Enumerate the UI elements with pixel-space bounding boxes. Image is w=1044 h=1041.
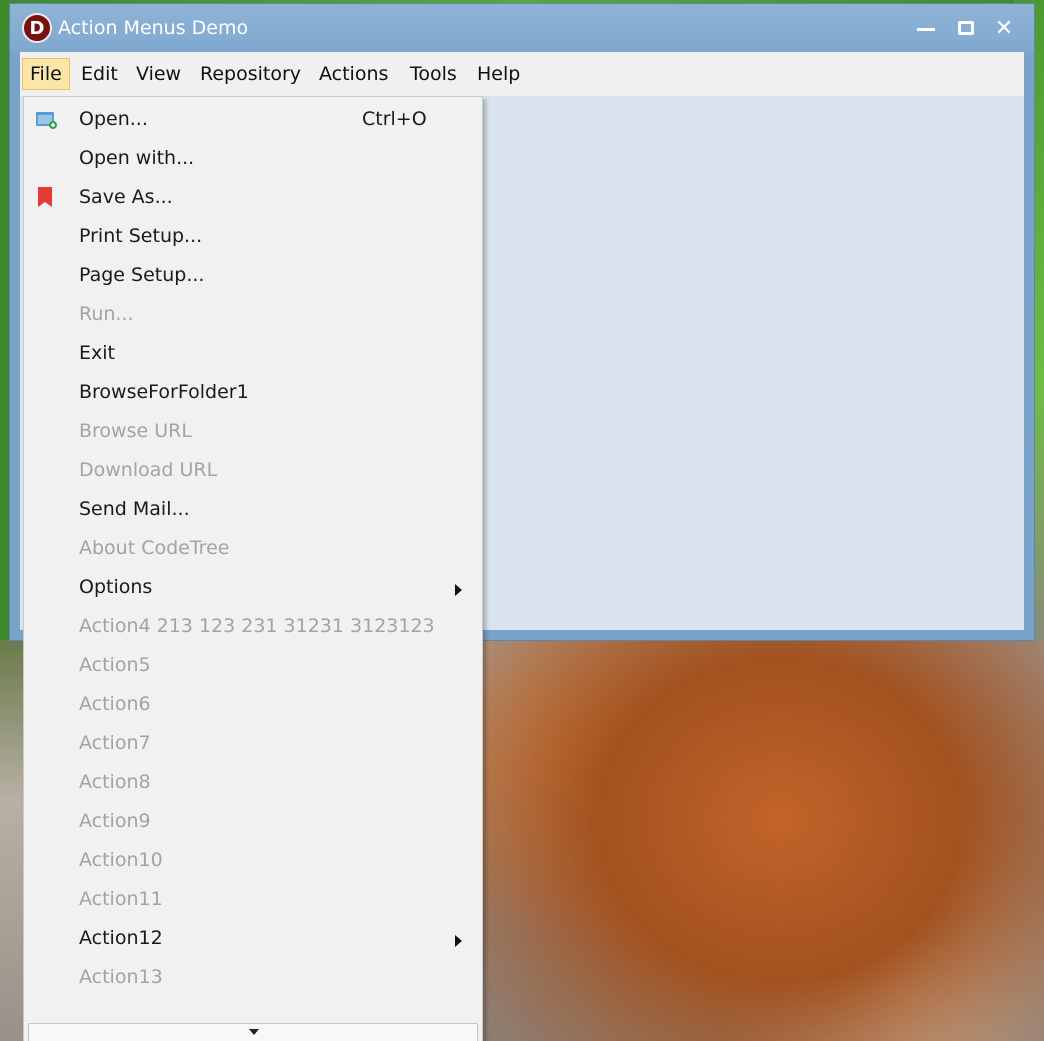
menu-item-label: Action5 [79,654,151,676]
app-logo-icon[interactable]: D [22,13,52,43]
menu-item-options[interactable]: Options [24,569,482,608]
menu-tools[interactable]: Tools [403,58,464,90]
menu-item-browse-for-folder[interactable]: BrowseForFolder1 [24,374,482,413]
menu-item-label: Action7 [79,732,151,754]
menu-item-label: Action12 [79,927,163,949]
menu-item-label: Action6 [79,693,151,715]
menu-item-about-codetree: About CodeTree [24,530,482,569]
menu-item-shortcut: Ctrl+O [362,108,427,130]
menu-actions[interactable]: Actions [312,58,395,90]
menu-item-label: Action13 [79,966,163,988]
menu-item-action8: Action8 [24,764,482,803]
menu-item-label: Download URL [79,459,218,481]
menu-edit[interactable]: Edit [74,58,125,90]
menu-item-label: Action9 [79,810,151,832]
bookmark-save-icon [38,187,52,207]
menu-item-label: About CodeTree [79,537,230,559]
menu-item-label: Send Mail... [79,498,190,520]
wallpaper-fur-edge [0,640,24,1041]
menu-item-browse-url: Browse URL [24,413,482,452]
menu-item-open-with[interactable]: Open with... [24,140,482,179]
menu-item-action10: Action10 [24,842,482,881]
menu-item-label: Options [79,576,153,598]
menu-view[interactable]: View [129,58,188,90]
submenu-arrow-icon [455,935,462,947]
menu-item-open[interactable]: Open... Ctrl+O [24,101,482,140]
menu-item-page-setup[interactable]: Page Setup... [24,257,482,296]
menu-item-label: Open... [79,108,148,130]
file-dropdown-menu: Open... Ctrl+O Open with... Save As... P… [23,96,483,1041]
menu-item-action11: Action11 [24,881,482,920]
window-title: Action Menus Demo [58,17,249,39]
menu-item-action13: Action13 [24,959,482,998]
minimize-icon [917,27,935,31]
menu-item-send-mail[interactable]: Send Mail... [24,491,482,530]
menu-scroll-down-button[interactable] [28,1023,478,1041]
menu-item-label: Run... [79,303,134,325]
menu-item-exit[interactable]: Exit [24,335,482,374]
menu-item-label: Action8 [79,771,151,793]
menu-item-label: Action4 213 123 231 31231 3123123 [79,615,435,637]
menu-item-label: BrowseForFolder1 [79,381,249,403]
menu-bar: File Edit View Repository Actions Tools … [20,52,1024,97]
menu-item-action6: Action6 [24,686,482,725]
menu-help[interactable]: Help [470,58,527,90]
menu-item-label: Exit [79,342,115,364]
menu-item-action5: Action5 [24,647,482,686]
menu-item-action9: Action9 [24,803,482,842]
open-file-icon [36,112,57,129]
menu-item-label: Action11 [79,888,163,910]
menu-item-label: Page Setup... [79,264,205,286]
minimize-button[interactable] [908,12,944,44]
menu-repository[interactable]: Repository [193,58,308,90]
menu-item-action12[interactable]: Action12 [24,920,482,959]
desktop-background: D Action Menus Demo ✕ File Edit View Rep… [0,0,1044,1041]
app-logo-letter: D [29,17,45,39]
menu-item-label: Save As... [79,186,173,208]
menu-item-label: Browse URL [79,420,192,442]
menu-item-save-as[interactable]: Save As... [24,179,482,218]
title-bar[interactable]: D Action Menus Demo ✕ [10,4,1034,52]
scroll-down-arrow-icon [249,1029,259,1035]
menu-item-label: Print Setup... [79,225,203,247]
menu-file[interactable]: File [22,58,70,90]
menu-item-action7: Action7 [24,725,482,764]
close-icon: ✕ [994,15,1014,41]
menu-item-label: Open with... [79,147,195,169]
menu-item-action4: Action4 213 123 231 31231 3123123 [24,608,482,647]
maximize-button[interactable] [948,12,984,44]
menu-item-download-url: Download URL [24,452,482,491]
menu-item-print-setup[interactable]: Print Setup... [24,218,482,257]
close-button[interactable]: ✕ [986,12,1022,44]
submenu-arrow-icon [455,584,462,596]
maximize-icon [958,21,974,35]
menu-item-run: Run... [24,296,482,335]
menu-item-label: Action10 [79,849,163,871]
